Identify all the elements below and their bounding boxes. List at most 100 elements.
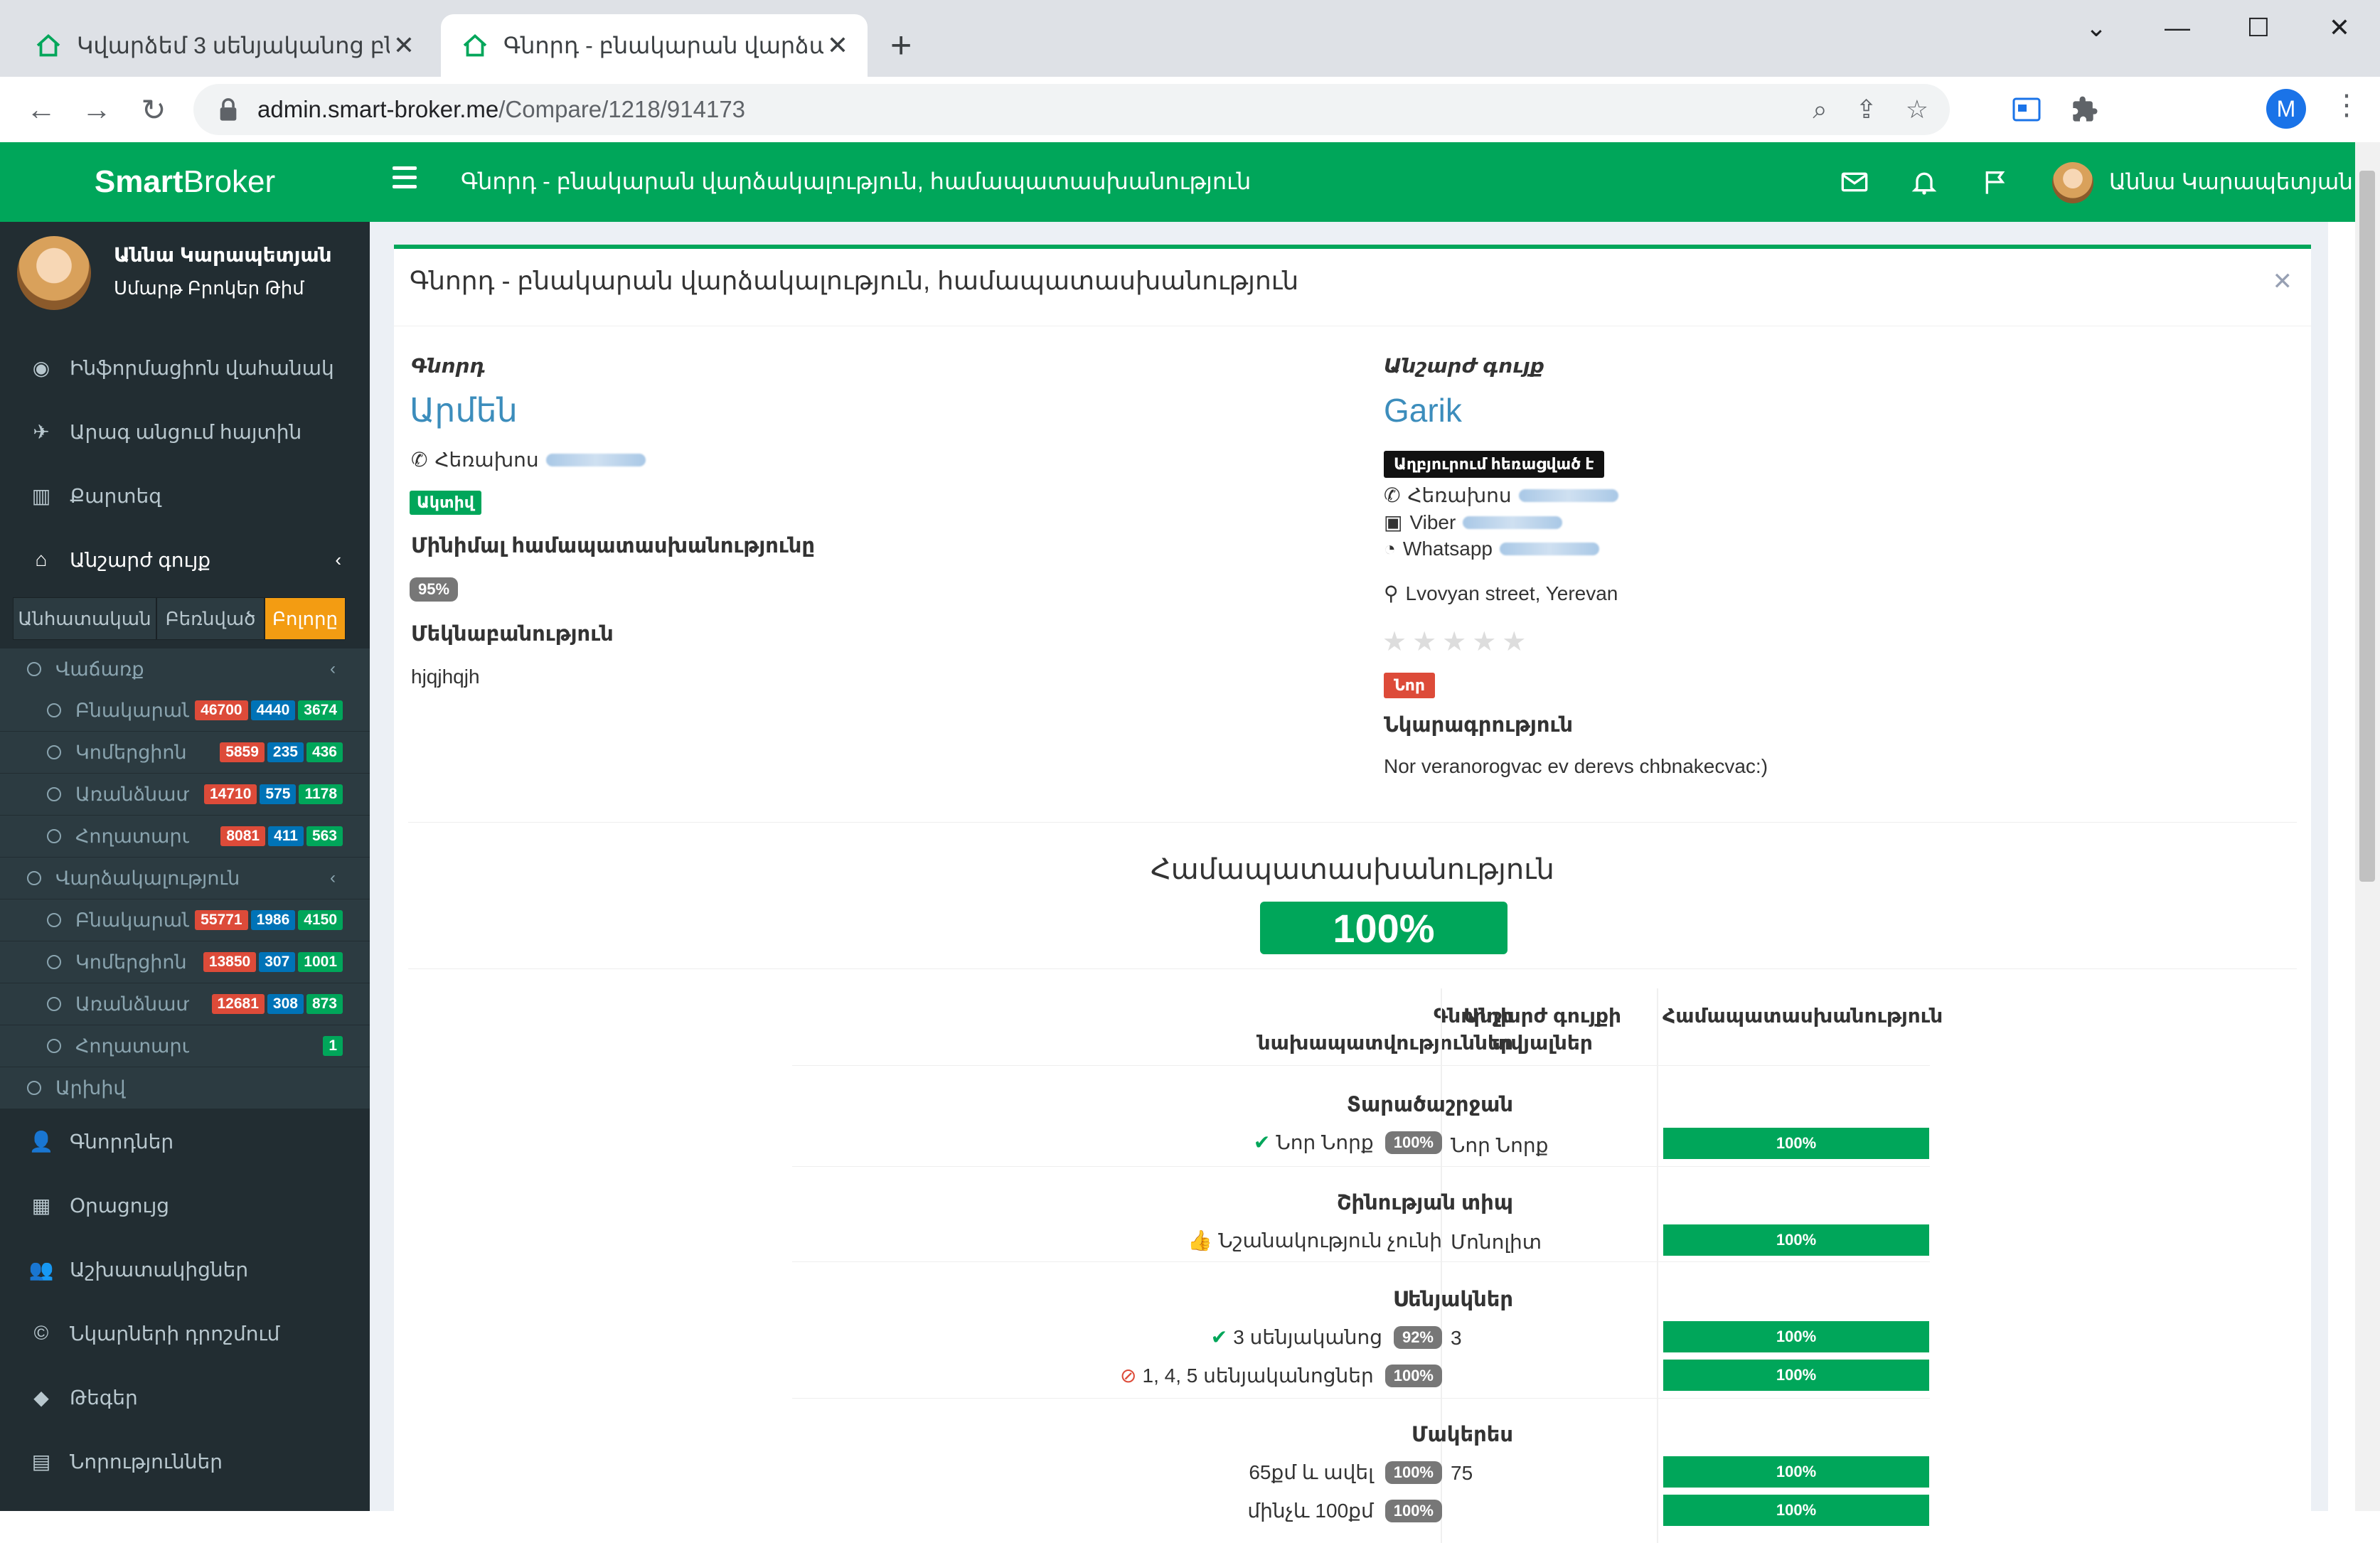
box-title: Գնորդ - բնակարան վարձակալություն, համապա… [410, 266, 1299, 295]
envelope-icon[interactable] [1840, 168, 1869, 196]
close-tab-icon[interactable]: ✕ [823, 31, 852, 60]
sidebar-item-news[interactable]: ▤ Նորություններ [0, 1429, 370, 1493]
match-bar: 100% [1663, 1360, 1929, 1391]
sidebar-item-map[interactable]: ▥ Քարտեզ [0, 464, 370, 528]
sidebar-item-sale-house[interactable]: Առանձնատուն 147105751178 [0, 774, 370, 815]
close-icon[interactable]: ✕ [2273, 267, 2293, 296]
forward-icon[interactable]: → [80, 92, 114, 127]
sidebar-item-lease-house[interactable]: Առանձնատուն 12681308873 [0, 983, 370, 1025]
percent-badge: 100% [1384, 1461, 1442, 1484]
row-value-rooms: 3 [1451, 1327, 1462, 1349]
zoom-icon[interactable]: ⌕ [1813, 95, 1827, 125]
segment-loaded[interactable]: Բեռնված [156, 597, 265, 640]
maximize-icon[interactable]: ☐ [2237, 10, 2280, 46]
circle-icon [27, 871, 41, 885]
chevron-left-icon: ‹ [335, 548, 341, 570]
lock-icon [220, 98, 237, 121]
app-header: Գնորդ - բնակարան վարձակալություն, համապա… [370, 142, 2380, 222]
bell-icon[interactable] [1910, 168, 1938, 196]
extensions-puzzle-icon[interactable] [2065, 90, 2105, 129]
sidebar-group-lease[interactable]: Վարձակալություն ‹ [0, 858, 370, 899]
segment-all[interactable]: Բոլորը [265, 597, 346, 640]
count-badge: 46700 [195, 700, 248, 720]
owner-viber: ▣ Viber [1384, 511, 1563, 534]
browser-tab-1[interactable]: Կվարձեմ 3 սենյականոց բնակ ✕ [14, 14, 434, 77]
sidebar-item-quick-jump[interactable]: ✈ Արագ անցում հայտին [0, 400, 370, 464]
sidebar-item-sale-commercial[interactable]: Կոմերցիոն 5859 235 436 [0, 732, 370, 773]
state-badge: Նոր [1384, 673, 1435, 698]
map-marker-icon: ⚲ [1384, 582, 1399, 604]
circle-icon [47, 745, 61, 759]
page-scrollbar[interactable] [2355, 142, 2380, 1511]
header-user-name[interactable]: Աննա Կարապետյան [2109, 169, 2353, 195]
check-icon: ✔ [1210, 1326, 1228, 1348]
sidebar-item-lease-commercial[interactable]: Կոմերցիոն 13850 307 1001 [0, 941, 370, 983]
scrollbar-thumb[interactable] [2359, 171, 2375, 882]
calendar-icon: ▦ [31, 1194, 51, 1217]
minimize-icon[interactable]: — [2156, 10, 2199, 46]
count-badge: 411 [268, 826, 304, 846]
share-icon[interactable]: ⇪ [1856, 95, 1877, 124]
sidebar-item-archive[interactable]: Արխիվ [0, 1067, 370, 1109]
circle-icon [47, 829, 61, 843]
sidebar-item-dashboard[interactable]: ◉ Ինֆորմացիոն վահանակ [0, 336, 370, 400]
tab-title: Կվարձեմ 3 սենյականոց բնակ [77, 33, 390, 58]
owner-name-link[interactable]: Garik [1384, 391, 1462, 429]
browser-menu-icon[interactable]: ⋮ [2332, 89, 2361, 122]
user-panel: Աննա Կարապետյան Սմարթ Բրոկեր Թիմ [0, 222, 370, 329]
sidebar-item-buyers[interactable]: 👤 Գնորդներ [0, 1109, 370, 1173]
sidebar-item-label: Քարտեզ [70, 484, 161, 507]
buyer-name-link[interactable]: Արմեն [410, 391, 518, 429]
sidebar-item-label: Թեգեր [70, 1386, 138, 1409]
sidebar-item-tags[interactable]: ◆ Թեգեր [0, 1365, 370, 1429]
flag-icon[interactable] [1981, 168, 2010, 196]
address-bar[interactable]: admin.smart-broker.me/Compare/1218/91417… [193, 84, 1950, 135]
sidebar-item-sale-apartment[interactable]: Բնակարան 46700 4440 3674 [0, 690, 370, 731]
sidebar-item-lease-land[interactable]: Հողատարածք 1 [0, 1025, 370, 1067]
count-badge: 4440 [250, 700, 296, 720]
thumbs-up-icon: 👍 [1188, 1229, 1213, 1251]
hamburger-menu-icon[interactable] [393, 166, 417, 198]
sidebar: Smart Broker Աննա Կարապետյան Սմարթ Բրոկեր… [0, 142, 370, 1511]
sidebar-item-label: Բնակարան [75, 909, 189, 931]
row-head-rooms: Սենյակներ [1392, 1288, 1513, 1311]
reload-icon[interactable]: ↻ [137, 92, 171, 127]
close-tab-icon[interactable]: ✕ [390, 31, 418, 60]
tab-search-chevron-icon[interactable]: ⌄ [2075, 10, 2118, 46]
sidebar-item-sale-land[interactable]: Հողատարածք 8081411563 [0, 816, 370, 857]
sidebar-item-lease-apartment[interactable]: Բնակարան 55771 1986 4150 [0, 899, 370, 941]
ban-icon: ⊘ [1120, 1365, 1137, 1387]
avatar[interactable] [2052, 162, 2093, 203]
rating-stars[interactable]: ★★★★★ [1382, 626, 1532, 658]
bookmark-star-icon[interactable]: ☆ [1906, 95, 1928, 124]
count-badge: 235 [267, 742, 304, 762]
status-badge: Ակտիվ [410, 491, 481, 515]
sidebar-item-label: Առանձնատուն [75, 783, 189, 805]
count-badge: 575 [260, 784, 297, 804]
row-pref-rooms: ✔ 3 սենյականոց 92% [963, 1325, 1442, 1349]
count-badge: 5859 [220, 742, 265, 762]
phone-icon: ✆ [411, 449, 428, 471]
close-window-icon[interactable]: ✕ [2318, 10, 2361, 46]
copyright-icon: © [33, 1322, 49, 1344]
segment-individual[interactable]: Անհատական [13, 597, 156, 640]
sidebar-item-calendar[interactable]: ▦ Օրացույց [0, 1173, 370, 1237]
percent-badge: 92% [1393, 1325, 1442, 1349]
sidebar-group-sale[interactable]: Վաճառք ‹ [0, 648, 370, 690]
brand-logo[interactable]: Smart Broker [0, 142, 370, 222]
cast-extension-icon[interactable] [2007, 90, 2047, 129]
browser-tab-2[interactable]: Գնորդ - բնակարան վարձակալ ✕ [441, 14, 868, 77]
sidebar-item-label: Վարձակալություն [55, 867, 240, 889]
profile-avatar[interactable]: M [2266, 89, 2306, 129]
new-tab-icon[interactable]: + [890, 26, 912, 65]
back-icon[interactable]: ← [24, 92, 58, 127]
row-pref-building-type: 👍 Նշանակություն չունի [1188, 1229, 1442, 1251]
sidebar-item-watermark[interactable]: © Նկարների դրոշմում [0, 1301, 370, 1365]
sidebar-item-employees[interactable]: 👥 Աշխատակիցներ [0, 1237, 370, 1301]
row-head-building-type: Շինության տիպ [1336, 1192, 1513, 1214]
sidebar-item-real-estate[interactable]: ⌂ Անշարժ գույք ‹ [0, 528, 370, 592]
removed-from-source-badge: Աղբյուրում հեռացված է [1384, 451, 1604, 478]
buyer-section-label: Գնորդ [411, 355, 486, 377]
sidebar-item-label: Կոմերցիոն [75, 951, 187, 973]
match-bar: 100% [1663, 1128, 1929, 1159]
